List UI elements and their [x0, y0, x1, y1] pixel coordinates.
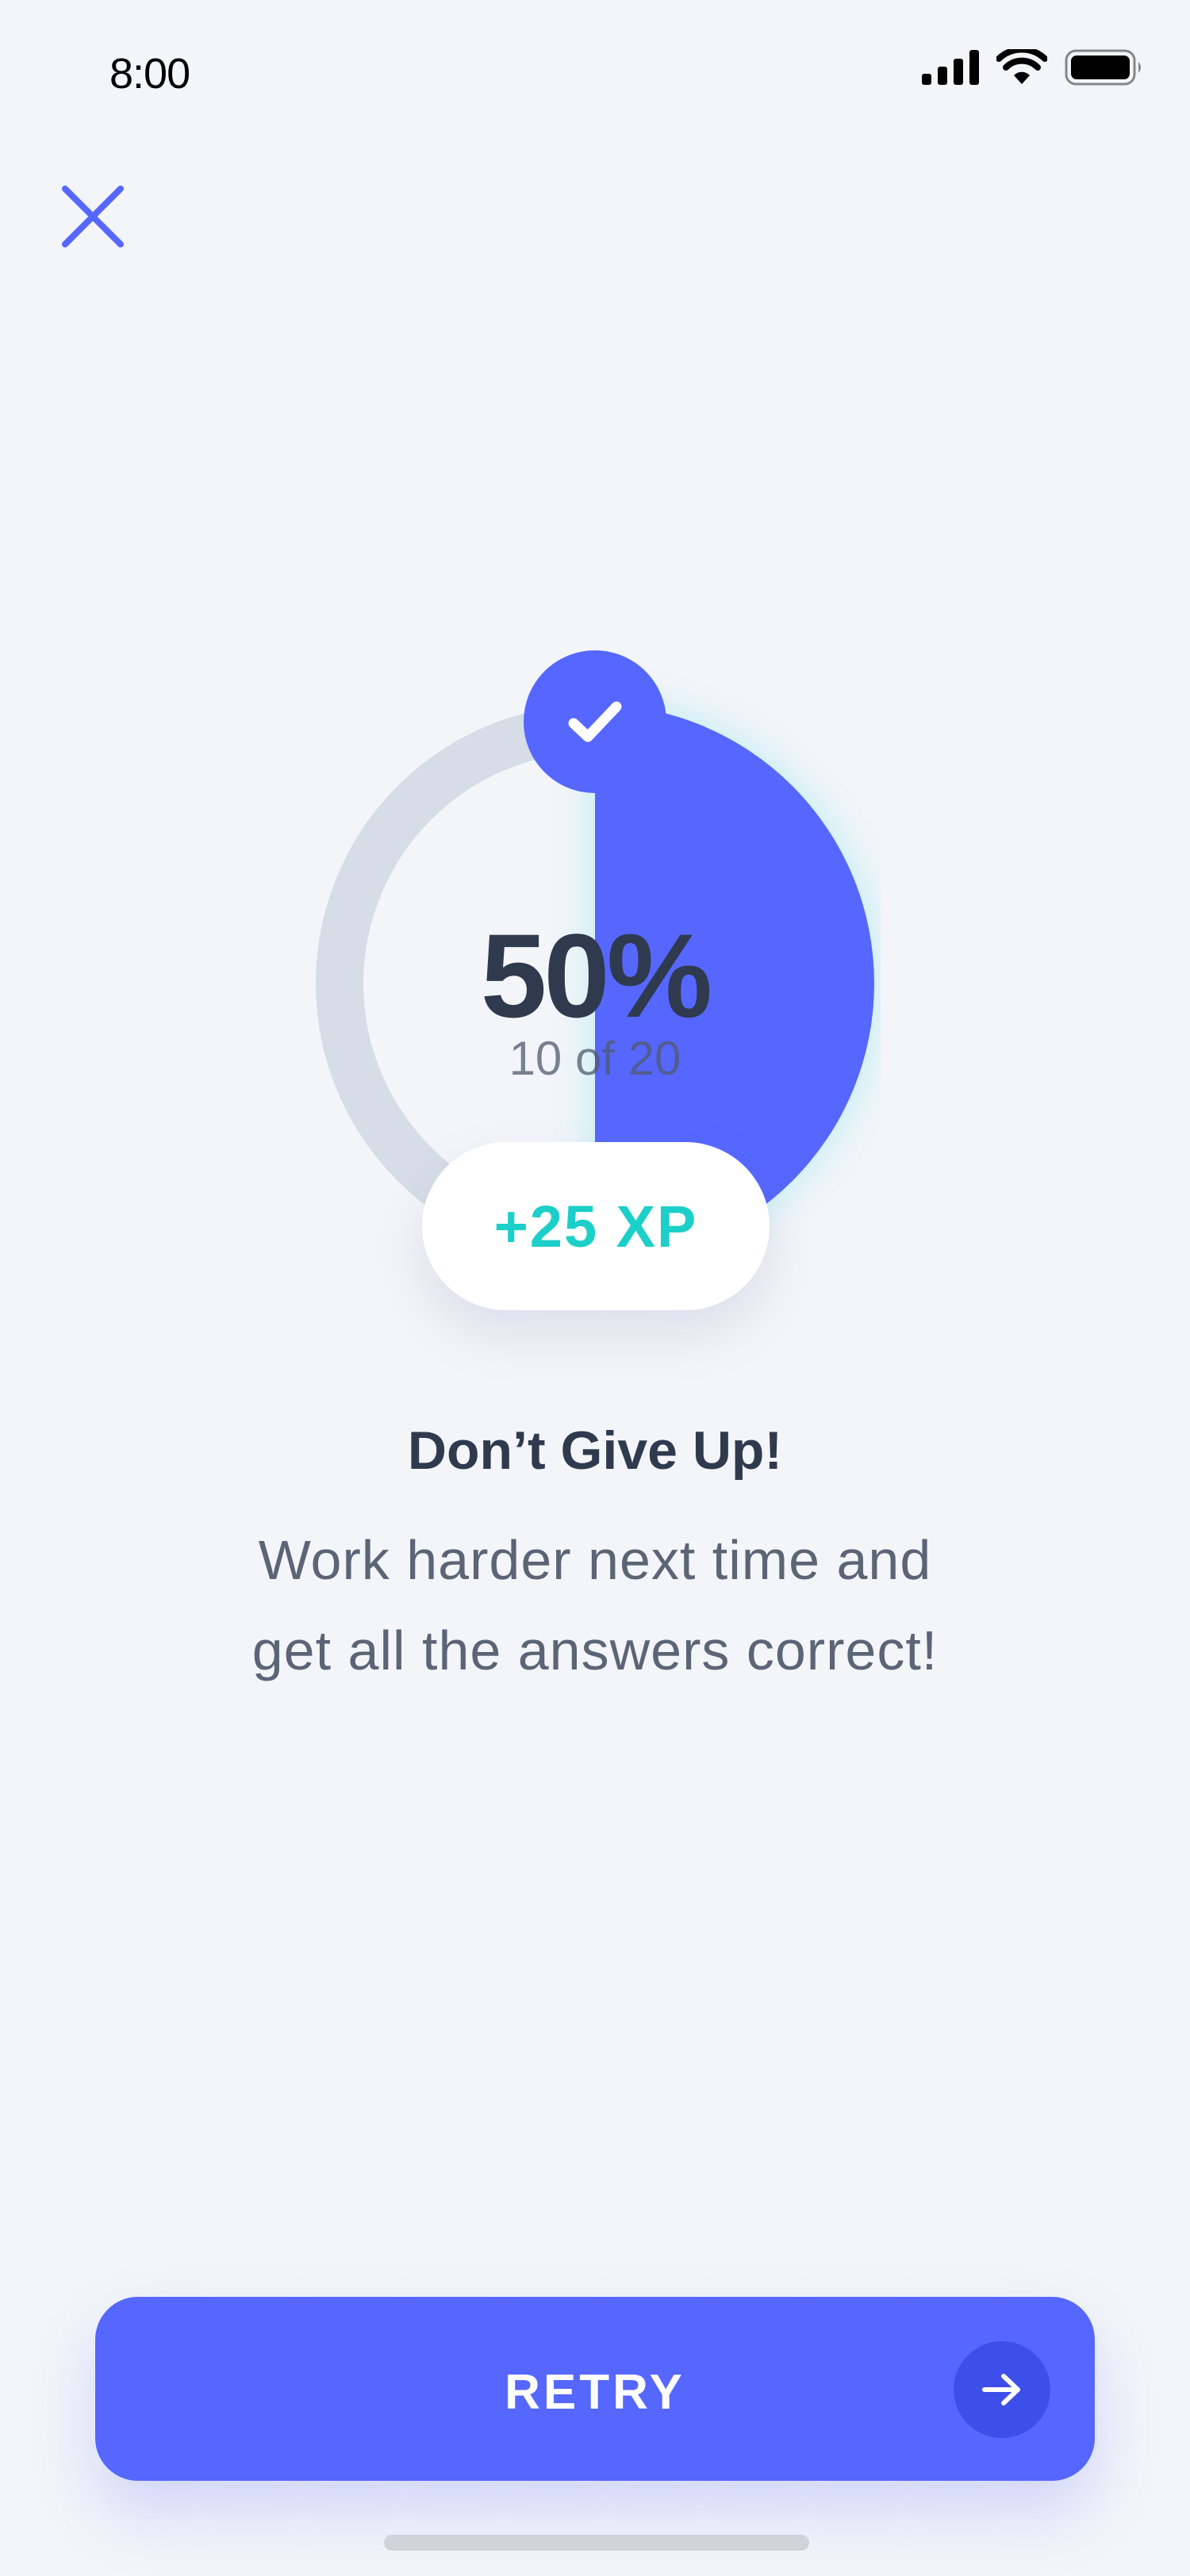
wifi-icon	[996, 49, 1047, 84]
check-icon	[568, 701, 622, 742]
result-ring: 50% 10 of 20 +25 XP	[309, 642, 881, 1340]
result-message-line-1: Work harder next time and	[258, 1529, 932, 1591]
close-icon	[62, 186, 124, 247]
status-bar: 8:00	[0, 0, 1190, 151]
retry-button-label: RETRY	[505, 2364, 685, 2420]
result-message-line-2: get all the answers correct!	[251, 1620, 939, 1681]
battery-icon	[1065, 49, 1141, 86]
result-title: Don’t Give Up!	[407, 1420, 783, 1481]
retry-arrow-button	[954, 2341, 1050, 2438]
close-button[interactable]	[57, 181, 129, 252]
xp-badge: +25 XP	[422, 1142, 770, 1310]
status-icons	[922, 49, 1144, 86]
score-percent: 50%	[480, 909, 712, 1042]
signal-icon	[922, 50, 979, 85]
arrow-right-icon	[982, 2374, 1020, 2405]
score-fraction: 10 of 20	[509, 1032, 681, 1085]
home-indicator	[384, 2535, 809, 2551]
check-badge	[524, 650, 666, 793]
retry-button[interactable]: RETRY	[95, 2297, 1095, 2481]
status-time: 8:00	[109, 50, 190, 98]
result-message: Work harder next time and get all the an…	[159, 1515, 1031, 1696]
